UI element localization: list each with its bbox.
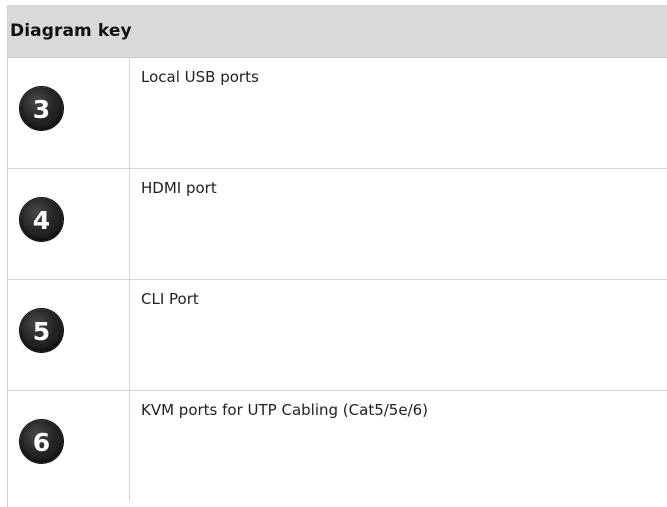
badge-number: 4 — [32, 206, 51, 235]
number-cell: 6 — [8, 391, 130, 502]
description-cell: KVM ports for UTP Cabling (Cat5/5e/6) — [141, 401, 429, 419]
number-cell: 5 — [8, 280, 130, 390]
number-4-badge-icon: 4 — [20, 198, 63, 241]
number-cell: 4 — [8, 169, 130, 279]
badge-number: 3 — [32, 95, 51, 124]
number-cell: 3 — [8, 58, 130, 168]
table-row: 5 CLI Port — [8, 280, 667, 391]
description-cell: Local USB ports — [141, 68, 259, 86]
number-6-badge-icon: 6 — [20, 420, 63, 463]
table-row: 4 HDMI port — [8, 169, 667, 280]
table-title: Diagram key — [10, 21, 132, 41]
description-cell: HDMI port — [141, 179, 217, 197]
table-row: 6 KVM ports for UTP Cabling (Cat5/5e/6) — [8, 391, 667, 502]
table-header: Diagram key — [8, 5, 667, 58]
number-3-badge-icon: 3 — [20, 87, 63, 130]
badge-number: 6 — [32, 428, 51, 457]
number-5-badge-icon: 5 — [20, 309, 63, 352]
badge-number: 5 — [32, 317, 51, 346]
diagram-key-table: Diagram key 3 Local USB ports 4 HDMI por… — [7, 5, 667, 507]
table-row: 3 Local USB ports — [8, 58, 667, 169]
description-cell: CLI Port — [141, 290, 199, 308]
